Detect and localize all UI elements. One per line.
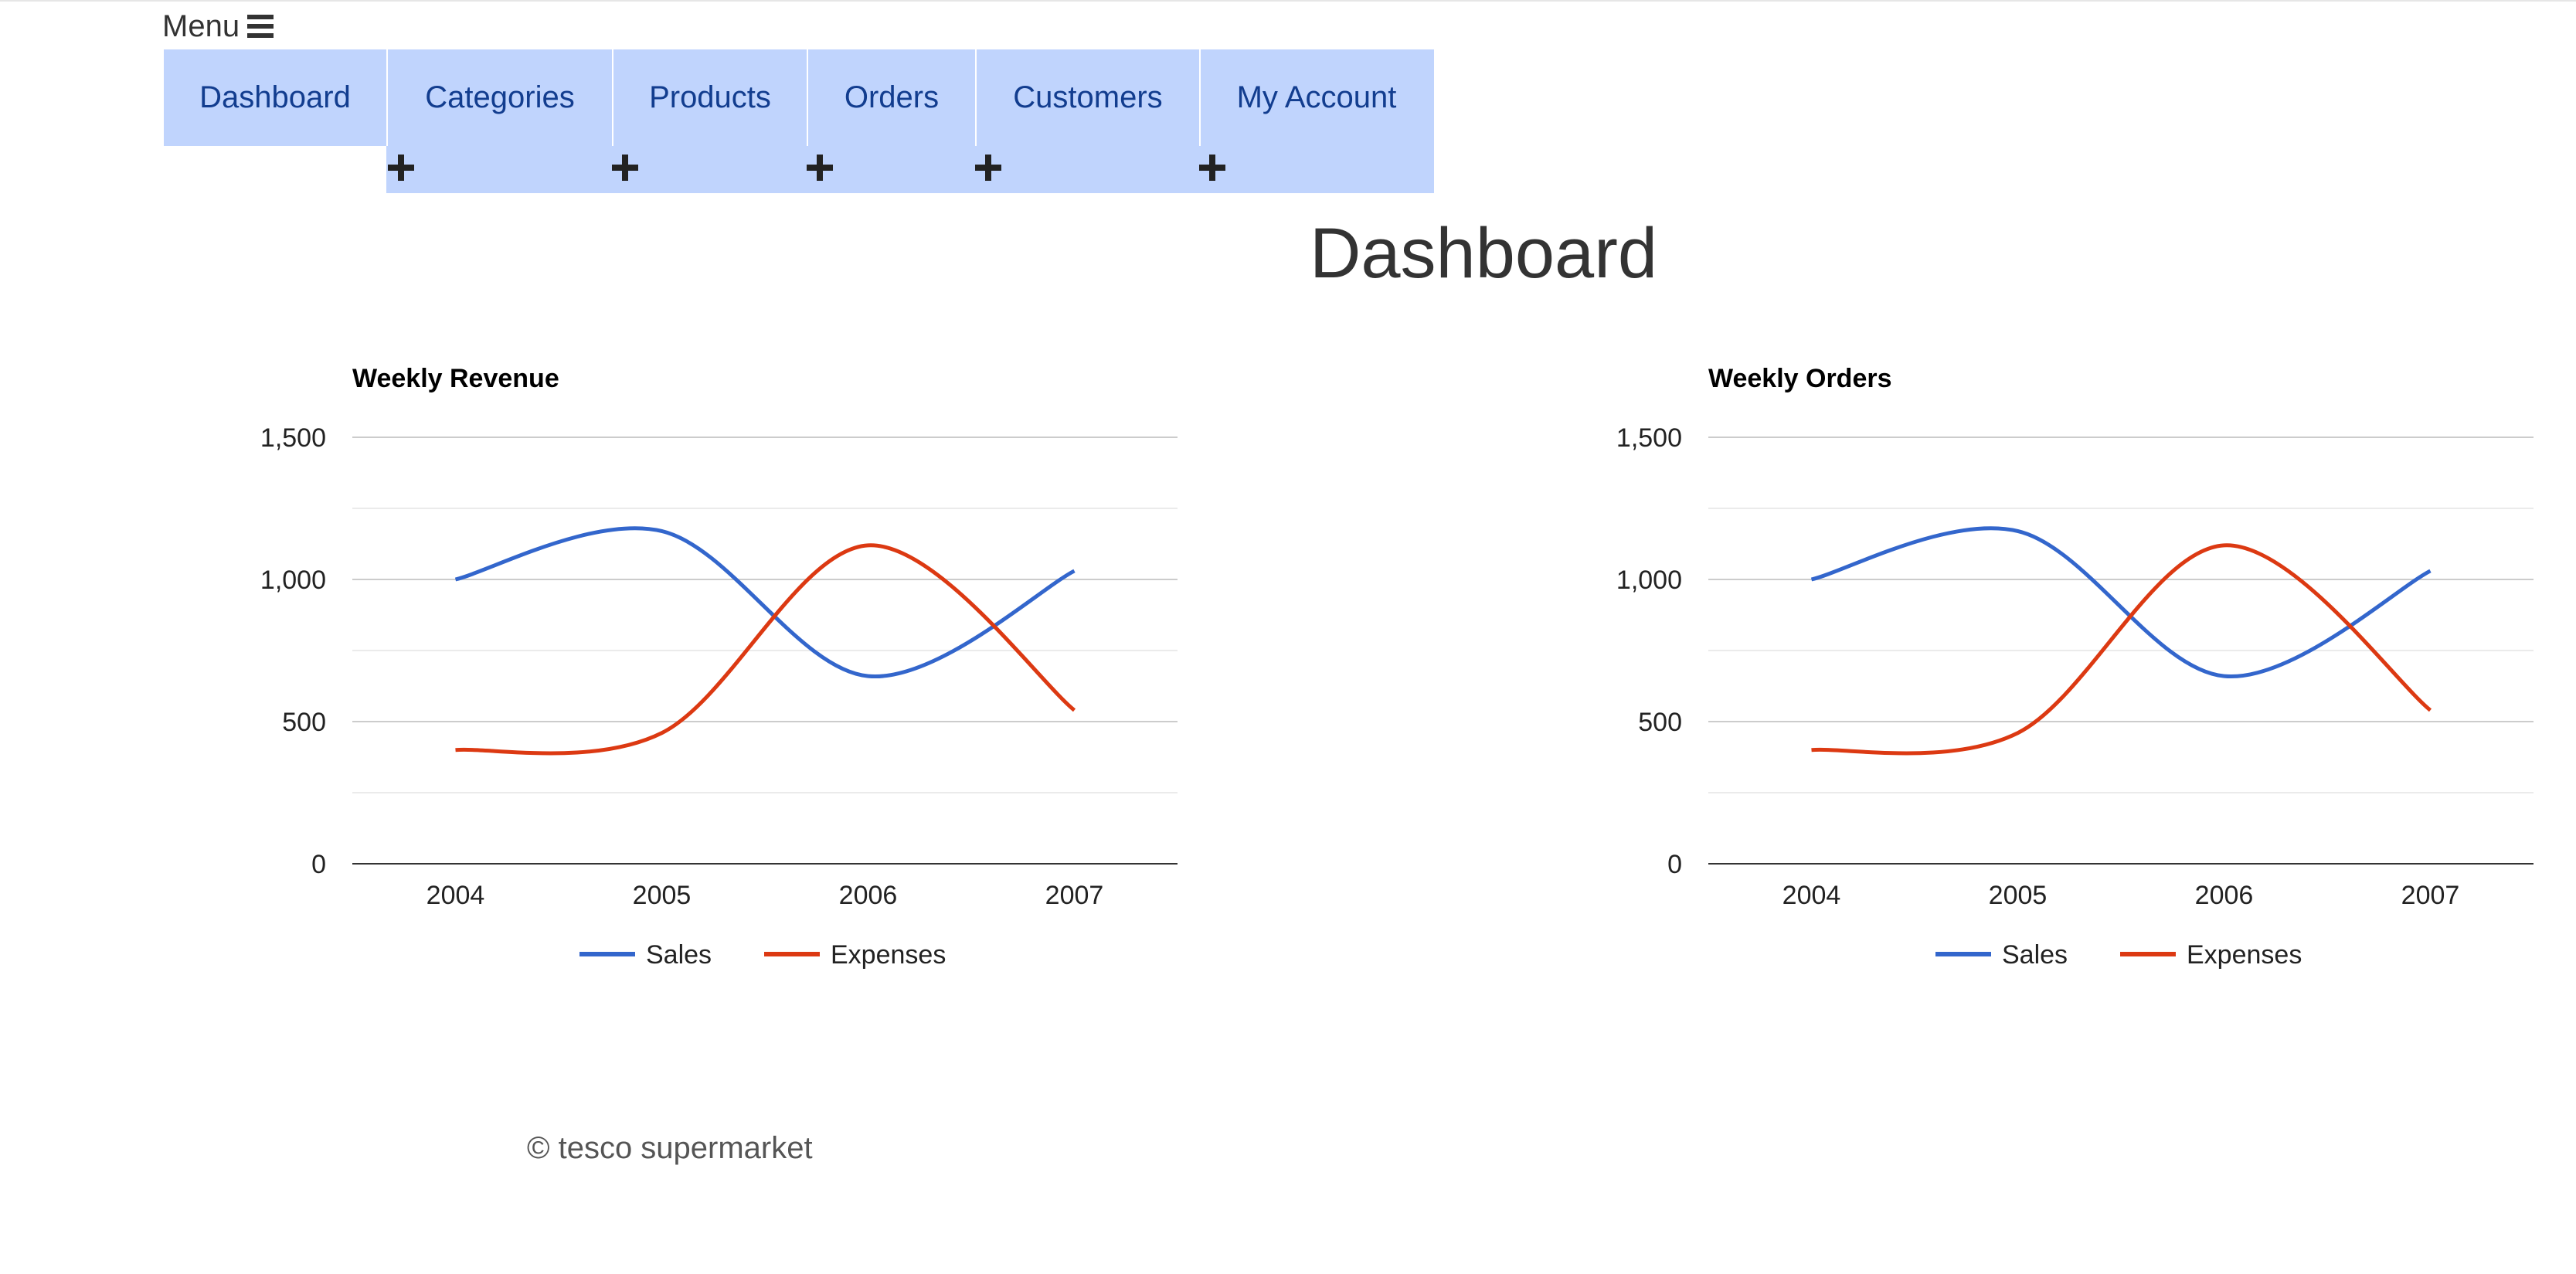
x-tick-label: 2007 <box>2401 881 2460 910</box>
y-tick-label: 1,500 <box>260 423 326 453</box>
chart-title: Weekly Orders <box>1708 364 1892 393</box>
x-tick-label: 2005 <box>633 881 692 910</box>
x-tick-label: 2006 <box>839 881 898 910</box>
expand-orders-plus-icon[interactable] <box>807 155 833 181</box>
x-tick-label: 2007 <box>1045 881 1104 910</box>
x-tick-label: 2004 <box>1782 881 1841 910</box>
nav-item-my-account[interactable]: My Account <box>1201 49 1432 146</box>
chart-title: Weekly Revenue <box>352 364 559 393</box>
expand-products-plus-icon[interactable] <box>612 155 638 181</box>
nav-item-customers[interactable]: Customers <box>977 49 1199 146</box>
x-tick-label: 2005 <box>1989 881 2048 910</box>
legend-label-expenses: Expenses <box>2187 940 2302 970</box>
menu-label: Menu <box>162 8 240 43</box>
menu-toggle-button[interactable]: Menu <box>162 8 274 45</box>
y-tick-label: 1,000 <box>260 566 326 595</box>
y-tick-label: 500 <box>1638 708 1682 737</box>
hamburger-icon <box>247 15 274 38</box>
footer-copyright: © tesco supermarket <box>527 1131 813 1165</box>
legend-label-sales: Sales <box>646 940 712 970</box>
y-tick-label: 0 <box>1667 850 1682 879</box>
legend-label-sales: Sales <box>2002 940 2068 970</box>
y-tick-label: 0 <box>311 850 326 879</box>
top-rule <box>0 0 2576 2</box>
nav-item-categories[interactable]: Categories <box>388 49 612 146</box>
y-tick-label: 500 <box>282 708 326 737</box>
nav-item-dashboard[interactable]: Dashboard <box>164 49 386 146</box>
series-line-sales <box>454 526 1076 678</box>
weekly-orders-chart: Weekly Orders 0 500 1,000 1,500 2004 2005 2006 2… <box>1616 364 2534 970</box>
expand-my-account-plus-icon[interactable] <box>1199 155 1225 181</box>
legend-label-expenses: Expenses <box>831 940 946 970</box>
page-title: Dashboard <box>1309 214 1658 293</box>
nav-item-products[interactable]: Products <box>613 49 807 146</box>
weekly-revenue-chart: Weekly Revenue 0 500 1,000 1,500 2004 2005 2006… <box>260 364 1178 970</box>
y-tick-label: 1,500 <box>1616 423 1682 453</box>
nav-item-orders[interactable]: Orders <box>808 49 975 146</box>
expand-customers-plus-icon[interactable] <box>975 155 1001 181</box>
series-line-sales <box>1810 526 2432 678</box>
x-tick-label: 2006 <box>2195 881 2254 910</box>
x-tick-label: 2004 <box>427 881 485 910</box>
expand-categories-plus-icon[interactable] <box>388 155 414 181</box>
y-tick-label: 1,000 <box>1616 566 1682 595</box>
